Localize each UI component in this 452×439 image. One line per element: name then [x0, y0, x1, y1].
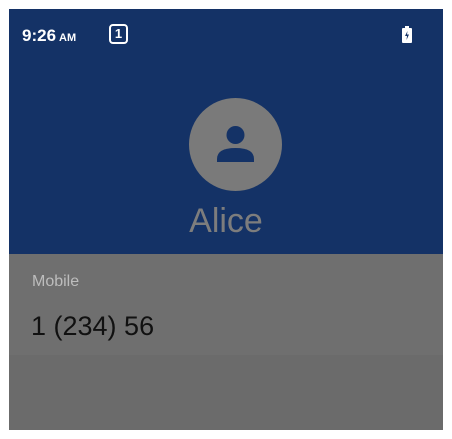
person-icon	[217, 126, 254, 162]
contact-header: 9:26 AM 1 Alice	[9, 9, 443, 254]
contact-avatar[interactable]	[189, 98, 282, 191]
phone-number: 1 (234) 56	[31, 311, 155, 341]
status-time-value: 9:26	[22, 26, 57, 45]
empty-content-area	[9, 355, 443, 430]
contact-name: Alice	[189, 202, 263, 240]
status-time: 9:26 AM	[22, 26, 76, 48]
status-bar: 9:26 AM 1	[9, 9, 443, 55]
notification-count-badge: 1	[109, 24, 128, 44]
phone-detail-row[interactable]: Mobile 1 (234) 56	[9, 254, 443, 355]
contact-screen: 9:26 AM 1 Alice Mobile 1 (234) 56	[9, 9, 443, 430]
battery-charging-icon	[402, 26, 412, 48]
status-ampm: AM	[59, 32, 77, 44]
phone-type-label: Mobile	[32, 273, 80, 290]
